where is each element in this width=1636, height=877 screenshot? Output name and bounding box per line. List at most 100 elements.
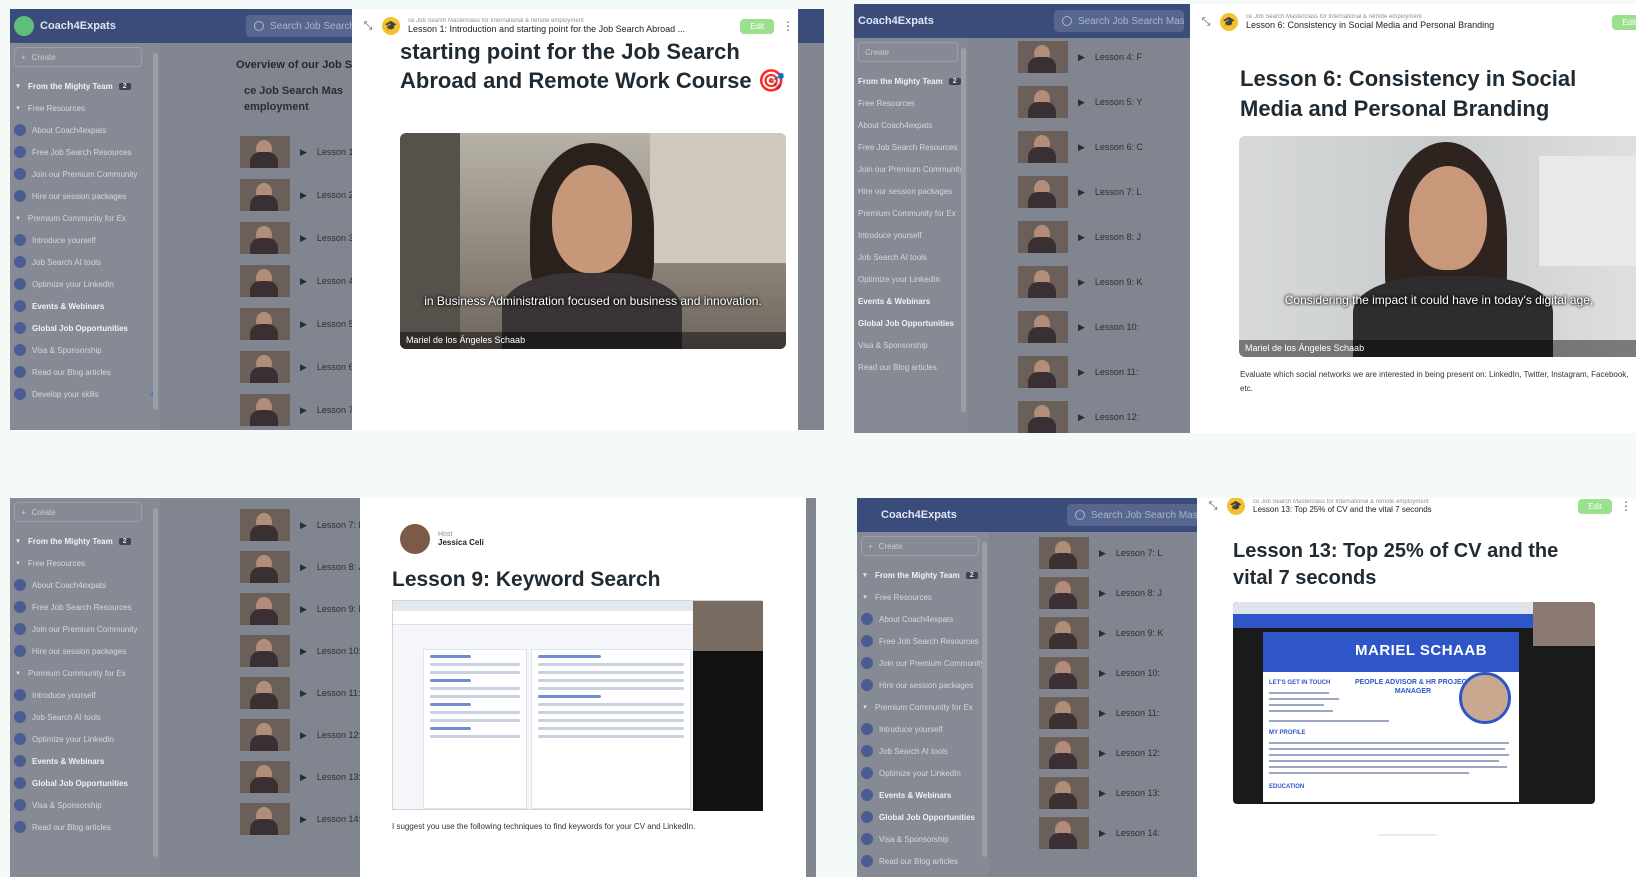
sidebar-item[interactable]: Read our Blog articles: [861, 850, 985, 872]
sidebar-item[interactable]: Free Job Search Resources: [14, 596, 156, 618]
sidebar-item-global-jobs[interactable]: Global Job Opportunities: [861, 806, 985, 828]
sidebar-item[interactable]: Join our Premium Community: [861, 652, 985, 674]
lesson-row[interactable]: ▶ Lesson 12:: [1018, 400, 1139, 433]
lesson-row[interactable]: ▶ Lesson 4: P: [240, 264, 364, 298]
sidebar-item[interactable]: About Coach4expats: [858, 114, 964, 136]
lesson-row[interactable]: ▶ Lesson 12:: [1039, 736, 1160, 770]
sidebar-item[interactable]: Visa & Sponsorship: [14, 794, 156, 816]
video-player[interactable]: in Business Administration focused on bu…: [400, 133, 786, 349]
lesson-row[interactable]: ▶ Lesson 7: L: [1018, 175, 1141, 209]
sidebar-section-premium[interactable]: ▾ Premium Community for Ex: [14, 662, 156, 684]
sidebar-item[interactable]: Introduce yourself: [14, 684, 156, 706]
create-button[interactable]: + Create: [14, 502, 142, 522]
sidebar-item[interactable]: Develop your skills★: [14, 383, 156, 405]
sidebar-scrollbar[interactable]: [153, 508, 158, 857]
lesson-row[interactable]: ▶ Lesson 9: K: [1018, 265, 1142, 299]
sidebar-item[interactable]: Read our Blog articles: [858, 356, 964, 378]
edit-button[interactable]: Edit: [1578, 498, 1612, 514]
search-input[interactable]: Search Job Search Mas: [1067, 504, 1207, 526]
sidebar-item-events[interactable]: Events & Webinars: [861, 784, 985, 806]
lesson-row[interactable]: ▶ Lesson 8: J: [1039, 576, 1162, 610]
kebab-icon[interactable]: ⋮: [1620, 499, 1632, 513]
lesson-row[interactable]: ▶ Lesson 10:: [1039, 656, 1160, 690]
lesson-row[interactable]: ▶ Lesson 11:: [1039, 696, 1159, 730]
sidebar-item[interactable]: Job Search AI tools: [14, 706, 156, 728]
lesson-row[interactable]: ▶ Lesson 5: Y: [1018, 85, 1142, 119]
sidebar-item-global-jobs[interactable]: Global Job Opportunities: [14, 772, 156, 794]
sidebar-item-free-resources[interactable]: ▾ Free Resources: [14, 552, 156, 574]
sidebar-item[interactable]: Optimize your LinkedIn: [14, 273, 156, 295]
sidebar-item-events[interactable]: Events & Webinars: [14, 295, 156, 317]
lesson-row[interactable]: ▶ Lesson 13:: [240, 760, 361, 794]
sidebar-item[interactable]: Read our Blog articles: [14, 816, 156, 838]
sidebar-section-premium[interactable]: ▾ Premium Community for Ex: [14, 207, 156, 229]
sidebar-item[interactable]: About Coach4expats: [14, 119, 156, 141]
search-input[interactable]: Search Job Search Mas: [1054, 10, 1184, 32]
lesson-row[interactable]: ▶ Lesson 8: J: [240, 550, 363, 584]
sidebar-item[interactable]: Free Job Search Resources: [858, 136, 964, 158]
lesson-row[interactable]: ▶ Lesson 12:: [240, 718, 361, 752]
lesson-row[interactable]: ▶ Lesson 13:: [1039, 776, 1160, 810]
lesson-row[interactable]: ▶ Lesson 14:: [1039, 816, 1160, 850]
video-player[interactable]: [392, 600, 763, 811]
sidebar-item[interactable]: Join our Premium Community: [14, 163, 156, 185]
create-button[interactable]: + Create: [861, 536, 979, 556]
sidebar-item[interactable]: Premium Community for Ex: [858, 202, 964, 224]
avatar[interactable]: [400, 524, 430, 554]
sidebar-section-mighty[interactable]: ▾ From the Mighty Team 2: [861, 564, 985, 586]
lesson-row[interactable]: ▶ Lesson 9: K: [1039, 616, 1163, 650]
lesson-row[interactable]: ▶ Lesson 6: C: [1018, 130, 1143, 164]
lesson-row[interactable]: ▶ Lesson 7: L: [1039, 536, 1162, 570]
sidebar-item[interactable]: Free Resources: [858, 92, 964, 114]
sidebar-item[interactable]: Join our Premium Community: [858, 158, 964, 180]
sidebar-item-events[interactable]: Events & Webinars: [14, 750, 156, 772]
create-button[interactable]: + Create: [14, 47, 142, 67]
lesson-row[interactable]: ▶ Lesson 5: Y: [240, 307, 364, 341]
sidebar-item-free-resources[interactable]: ▾ Free Resources: [861, 586, 985, 608]
lesson-row[interactable]: ▶ Lesson 9: K: [240, 592, 364, 626]
expand-icon[interactable]: ⤡: [1205, 500, 1221, 513]
lesson-row[interactable]: ▶ Lesson 6: C: [240, 350, 365, 384]
sidebar-section-mighty[interactable]: From the Mighty Team 2: [858, 70, 964, 92]
lesson-row[interactable]: ▶ Lesson 10:: [1018, 310, 1139, 344]
sidebar-item[interactable]: Hire our session packages: [858, 180, 964, 202]
lesson-row[interactable]: ▶ Lesson 7: L: [240, 508, 363, 542]
sidebar-section-mighty[interactable]: ▾ From the Mighty Team 2: [14, 75, 156, 97]
app-logo[interactable]: Coach4Expats: [854, 15, 1054, 27]
sidebar-item[interactable]: Hire our session packages: [14, 185, 156, 207]
app-logo[interactable]: Coach4Expats: [857, 509, 1067, 521]
lesson-row[interactable]: ▶ Lesson 7: L: [240, 393, 363, 427]
create-button[interactable]: Create: [858, 42, 958, 62]
video-player[interactable]: MARIEL SCHAAB PEOPLE ADVISOR & HR PROJEC…: [1233, 602, 1595, 804]
sidebar-section-mighty[interactable]: ▾ From the Mighty Team 2: [14, 530, 156, 552]
sidebar-item[interactable]: Join our Premium Community: [14, 618, 156, 640]
sidebar-item[interactable]: Visa & Sponsorship: [14, 339, 156, 361]
sidebar-item[interactable]: About Coach4expats: [14, 574, 156, 596]
sidebar-scrollbar[interactable]: [982, 542, 987, 857]
expand-icon[interactable]: ⤡: [1198, 16, 1214, 29]
edit-button[interactable]: Edit: [740, 18, 774, 34]
sidebar-item-global-jobs[interactable]: Global Job Opportunities: [858, 312, 964, 334]
sidebar-item[interactable]: Free Job Search Resources: [861, 630, 985, 652]
sidebar-item-global-jobs[interactable]: Global Job Opportunities: [14, 317, 156, 339]
kebab-icon[interactable]: ⋮: [782, 19, 794, 33]
lesson-row[interactable]: ▶ Lesson 11:: [240, 676, 360, 710]
lesson-row[interactable]: ▶ Lesson 4: F: [1018, 40, 1142, 74]
sidebar-item[interactable]: About Coach4expats: [861, 608, 985, 630]
lesson-row[interactable]: ▶ Lesson 10:: [240, 634, 361, 668]
lesson-row[interactable]: ▶ Lesson 11:: [1018, 355, 1138, 389]
sidebar-item[interactable]: Hire our session packages: [14, 640, 156, 662]
edit-button[interactable]: Edit: [1612, 14, 1636, 30]
sidebar-scrollbar[interactable]: [153, 53, 158, 410]
sidebar-item[interactable]: Introduce yourself: [861, 718, 985, 740]
sidebar-item[interactable]: Visa & Sponsorship: [861, 828, 985, 850]
lesson-row[interactable]: ▶ Lesson 2: J: [240, 178, 363, 212]
host-name[interactable]: Jessica Celi: [438, 538, 484, 547]
sidebar-section-premium[interactable]: ▾ Premium Community for Ex: [861, 696, 985, 718]
sidebar-item[interactable]: Introduce yourself: [858, 224, 964, 246]
sidebar-item[interactable]: Optimize your LinkedIn: [858, 268, 964, 290]
sidebar-item[interactable]: Optimize your LinkedIn: [861, 762, 985, 784]
lesson-row[interactable]: ▶ Lesson 14:: [240, 802, 361, 836]
sidebar-item[interactable]: Visa & Sponsorship: [858, 334, 964, 356]
sidebar-item[interactable]: Job Search AI tools: [858, 246, 964, 268]
